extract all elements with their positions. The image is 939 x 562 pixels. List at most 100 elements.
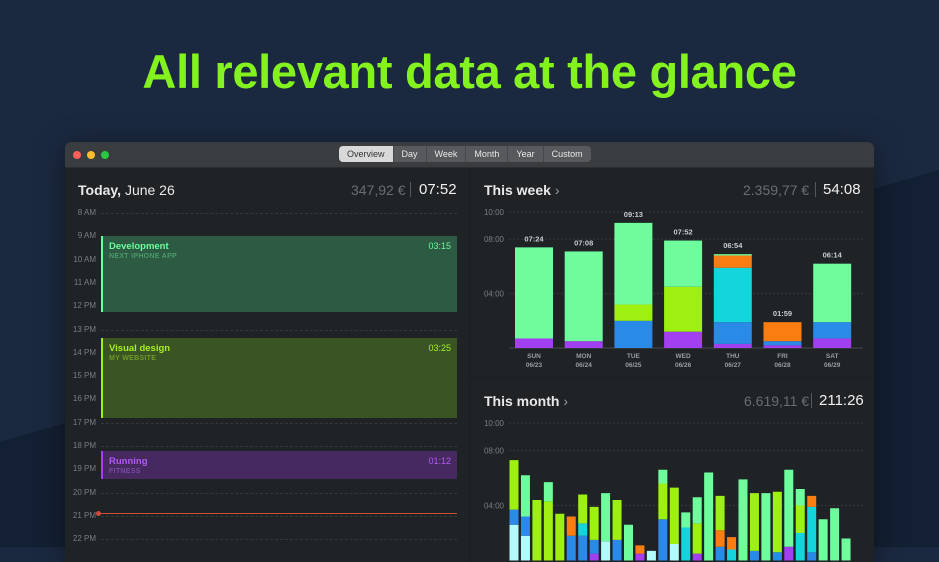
- minimize-button[interactable]: [87, 151, 95, 159]
- event-visual-design[interactable]: Visual design MY WEBSITE 03:25: [101, 338, 457, 418]
- tab-day[interactable]: Day: [394, 146, 427, 162]
- month-title-button[interactable]: This month ›: [484, 393, 568, 409]
- week-panel: This week › 2.359,77 € 54:08 10:00 08:00 0…: [471, 168, 874, 376]
- today-amount: 347,92 €: [351, 182, 406, 198]
- week-day-label: WED: [676, 353, 691, 360]
- hour-label: 16 PM: [72, 394, 96, 404]
- title-bar: Overview Day Week Month Year Custom: [65, 142, 874, 168]
- hour-label: 13 PM: [72, 324, 96, 334]
- month-bar-segment: [681, 527, 691, 561]
- event-duration: 01:12: [428, 456, 451, 466]
- hour-gridline: [101, 539, 457, 541]
- tab-custom[interactable]: Custom: [544, 146, 591, 162]
- month-bar-segment: [692, 497, 702, 524]
- week-bar-segment: [813, 338, 852, 348]
- month-bar-segment: [681, 512, 691, 528]
- week-bar-segment: [763, 322, 802, 342]
- month-bar-segment: [658, 469, 668, 484]
- week-bar-total-label: 07:24: [524, 234, 544, 243]
- headline: All relevant data at the glance: [142, 45, 797, 98]
- zoom-button[interactable]: [101, 151, 109, 159]
- week-chart: 10:00 08:00 04:00 07:24 SUN 06/23 07:08 MON 06/2…: [484, 208, 863, 369]
- hour-label: 14 PM: [72, 347, 96, 357]
- week-bar-segment: [813, 322, 852, 339]
- hour-label: 12 PM: [72, 301, 96, 311]
- month-bar-segment: [692, 523, 702, 554]
- month-bar-segment: [669, 544, 679, 561]
- month-bar-segment: [601, 541, 611, 561]
- event-subtitle: FITNESS: [109, 468, 141, 475]
- week-bar-segment: [713, 267, 752, 323]
- month-bar-segment: [704, 472, 714, 561]
- month-amount: 6.619,11 €: [744, 393, 810, 409]
- header-separator: [811, 393, 812, 408]
- month-bar-segment: [589, 506, 599, 540]
- week-bar-segment: [614, 304, 653, 321]
- month-bar-segment: [727, 549, 737, 561]
- week-bar-segment: [515, 247, 553, 339]
- tab-week[interactable]: Week: [427, 146, 467, 162]
- hour-label: 20 PM: [72, 487, 96, 497]
- current-time-dot: [96, 511, 101, 516]
- week-date-label: 06/29: [824, 362, 841, 369]
- week-bar-segment: [664, 331, 703, 348]
- hour-gridline: [101, 492, 457, 494]
- hour-label: 19 PM: [72, 464, 96, 474]
- month-bar-segment: [509, 524, 519, 561]
- today-total-time: 07:52: [419, 181, 457, 198]
- week-bar-segment: [713, 322, 752, 344]
- hour-gridline: [101, 515, 457, 517]
- month-title: This month: [484, 393, 560, 409]
- week-bar-total-label: 09:13: [624, 210, 643, 219]
- month-bar-segment: [566, 535, 576, 561]
- today-title-label: Today,: [78, 182, 122, 198]
- month-bar-segment: [543, 501, 553, 561]
- month-bar-segment: [612, 539, 622, 561]
- month-bar-segment: [807, 552, 817, 561]
- event-development[interactable]: Development NEXT IPHONE APP 03:15: [101, 236, 457, 312]
- week-bar-segment: [763, 345, 802, 348]
- week-date-label: 06/24: [576, 362, 593, 369]
- event-title: Running: [109, 456, 148, 467]
- week-bar-segment: [763, 341, 802, 346]
- tab-overview[interactable]: Overview: [339, 146, 394, 162]
- month-bar-segment: [532, 500, 542, 561]
- hour-label: 15 PM: [72, 371, 96, 381]
- week-bar-total-label: 06:54: [723, 241, 743, 250]
- event-running[interactable]: Running FITNESS 01:12: [101, 451, 457, 479]
- app-window: Overview Day Week Month Year Custom Toda…: [65, 142, 874, 562]
- week-bar-total-label: 06:14: [823, 251, 843, 260]
- month-bar-segment: [830, 508, 840, 561]
- month-bar-segment: [646, 550, 656, 561]
- today-title-date: June 26: [124, 182, 175, 198]
- week-day-label: FRI: [777, 353, 788, 360]
- week-day-label: MON: [576, 353, 591, 360]
- month-bar-segment: [520, 475, 530, 517]
- week-bar-segment: [564, 341, 603, 348]
- event-duration: 03:15: [428, 241, 451, 251]
- month-y-tick-label: 08:00: [484, 447, 505, 456]
- month-bar-segment: [612, 500, 622, 540]
- hour-label: 9 AM: [77, 231, 96, 241]
- week-bar-segment: [664, 240, 703, 287]
- month-bar-segment: [520, 516, 530, 536]
- week-day-label: SAT: [826, 353, 839, 360]
- month-bar-segment: [601, 493, 611, 542]
- tab-month[interactable]: Month: [466, 146, 509, 162]
- tab-year[interactable]: Year: [508, 146, 544, 162]
- month-bar-segment: [715, 546, 725, 561]
- month-bar-segment: [578, 523, 588, 536]
- week-bar-total-label: 07:08: [574, 238, 593, 247]
- week-date-label: 06/25: [625, 362, 642, 369]
- month-bar-segment: [841, 538, 851, 561]
- hour-label: 18 PM: [72, 441, 96, 450]
- week-y-tick-label: 08:00: [484, 235, 505, 244]
- month-bar-segment: [566, 516, 576, 536]
- month-bar-segment: [749, 550, 759, 561]
- event-subtitle: NEXT IPHONE APP: [109, 253, 178, 260]
- close-button[interactable]: [73, 151, 81, 159]
- month-y-tick-label: 04:00: [484, 502, 505, 511]
- chevron-right-icon: ›: [563, 393, 568, 409]
- event-color-bar: [101, 338, 103, 418]
- header-separator: [410, 182, 411, 197]
